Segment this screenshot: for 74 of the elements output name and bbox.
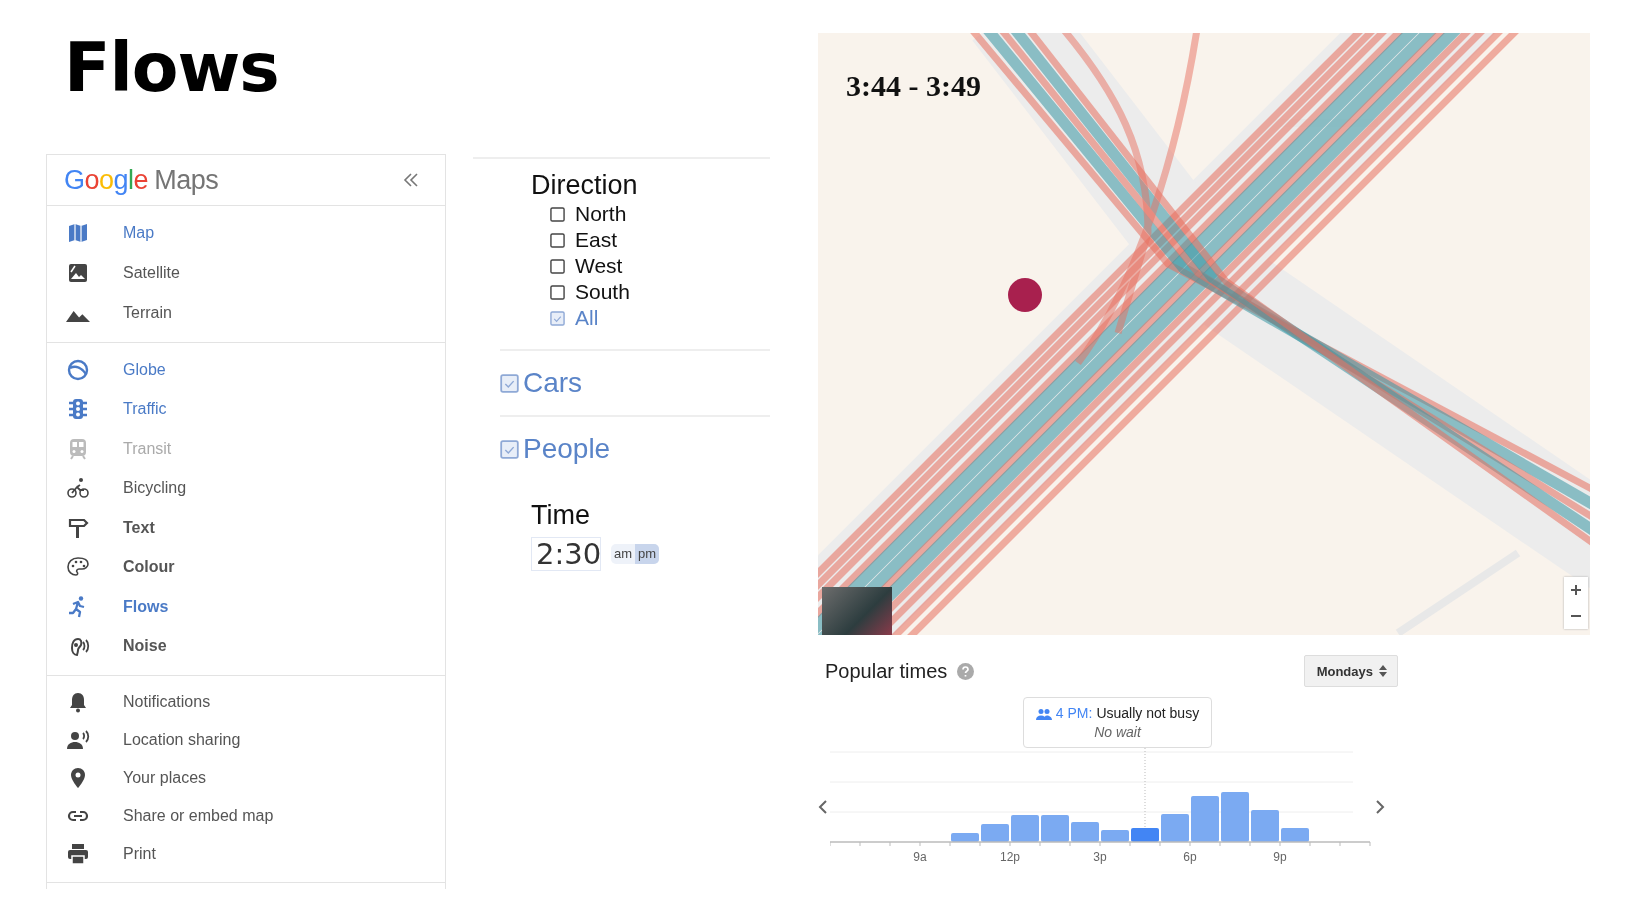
checkbox[interactable] [500, 439, 519, 459]
histogram-bar[interactable] [1251, 810, 1279, 842]
histogram-bar[interactable] [1041, 815, 1069, 842]
collapse-icon[interactable] [403, 173, 419, 187]
slide-title: Flows [64, 28, 280, 109]
time-field[interactable]: 2:30 [531, 537, 601, 571]
menu-item[interactable]: Share or embed map [47, 797, 445, 835]
histogram-bar[interactable] [1281, 828, 1309, 842]
checkbox-label[interactable]: East [575, 228, 618, 252]
period-toggle[interactable]: pm [635, 544, 660, 564]
histogram-bar[interactable] [1131, 828, 1159, 842]
checkbox[interactable] [550, 310, 565, 326]
mountain-icon [66, 310, 90, 322]
traffic-light-icon [66, 397, 90, 422]
menu-item[interactable]: Print [47, 835, 445, 873]
checkbox-label[interactable]: North [575, 202, 627, 226]
tick-label: 9p [1273, 850, 1287, 864]
menu-item[interactable]: Bicycling [47, 468, 445, 508]
menu-item[interactable]: Location sharing [47, 721, 445, 759]
people-icon [1035, 707, 1052, 720]
checkbox[interactable] [550, 258, 565, 274]
wait-text: No wait [1094, 723, 1141, 742]
tick-label: 9a [913, 850, 927, 864]
checkbox-label[interactable]: South [575, 280, 630, 304]
period-toggle[interactable]: am [611, 544, 636, 564]
histogram-bar[interactable] [1191, 796, 1219, 842]
menu-item[interactable]: Traffic [47, 389, 445, 429]
histogram-bar[interactable] [1071, 822, 1099, 842]
checkbox[interactable] [550, 206, 565, 222]
checkbox-label[interactable]: All [575, 306, 599, 330]
menu-item[interactable]: Your places [47, 759, 445, 797]
tick-label: 3p [1093, 850, 1107, 864]
checkbox[interactable] [500, 373, 519, 393]
menu-item[interactable]: Noise [47, 626, 445, 666]
histogram-bar[interactable] [1161, 814, 1189, 842]
globe-icon [66, 357, 90, 382]
checkbox-label[interactable]: West [575, 254, 623, 278]
section-heading: Direction [531, 169, 639, 201]
section-heading: Time [531, 499, 591, 531]
printer-icon [66, 842, 90, 866]
histogram-bar[interactable] [1221, 792, 1249, 842]
checkbox[interactable] [550, 284, 565, 300]
time-range-label: 3:44 - 3:49 [846, 69, 981, 103]
menu-item[interactable]: Map [47, 213, 445, 253]
chevron-left-icon[interactable] [818, 799, 828, 815]
tick-label: 6p [1183, 850, 1197, 864]
menu-item[interactable]: Terrain [47, 293, 445, 333]
menu-item[interactable]: Text [47, 508, 445, 548]
google-maps-logo: Google Maps [64, 164, 219, 196]
bicycle-icon [66, 476, 90, 501]
help-icon[interactable] [957, 662, 975, 680]
checkbox-label[interactable]: Cars [523, 367, 583, 399]
tick-label: 12p [1000, 850, 1020, 864]
satellite-thumbnail[interactable] [822, 587, 892, 635]
busyness-text: Usually not busy [1096, 704, 1200, 723]
person-sharing-icon [66, 728, 90, 752]
menu-item[interactable]: Notifications [47, 683, 445, 721]
menu-item[interactable]: Satellite [47, 253, 445, 293]
checkbox-label[interactable]: People [523, 433, 611, 465]
up-down-icon [1379, 665, 1387, 677]
section-title: Popular times [825, 659, 948, 683]
image-icon [66, 261, 90, 285]
menu-item[interactable]: Globe [47, 350, 445, 390]
menu-item[interactable]: Colour [47, 547, 445, 587]
checkbox[interactable] [550, 232, 565, 248]
histogram-bar[interactable] [1011, 815, 1039, 842]
histogram-bar[interactable] [1101, 830, 1129, 842]
day-dropdown[interactable]: Mondays [1303, 655, 1398, 687]
map-icon [66, 221, 90, 245]
histogram-bar[interactable] [951, 833, 979, 842]
hour-label: 4 PM: [1055, 704, 1093, 723]
menu-item[interactable]: Flows [47, 587, 445, 627]
chevron-right-icon[interactable] [1375, 799, 1385, 815]
histogram-bar[interactable] [981, 824, 1009, 842]
